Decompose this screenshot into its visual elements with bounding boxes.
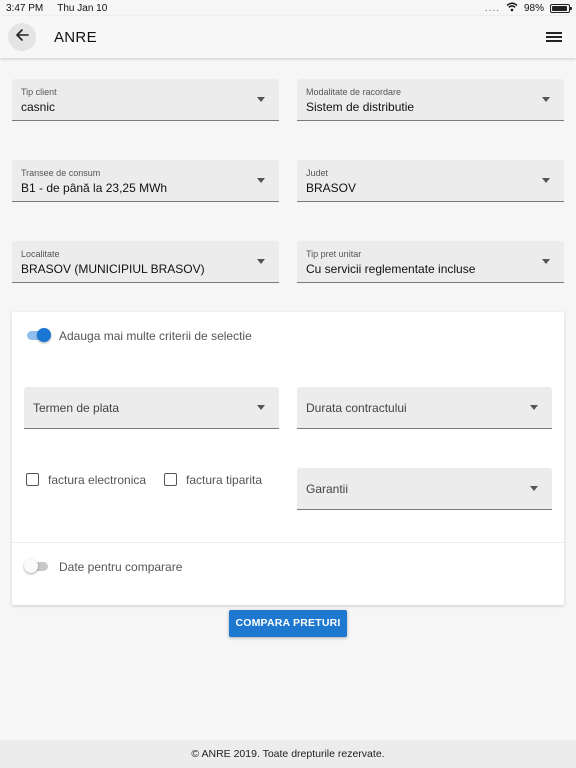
advanced-criteria-card: Adauga mai multe criterii de selectie Te… bbox=[12, 312, 564, 605]
status-bar: 3:47 PM Thu Jan 10 .... 98% bbox=[0, 0, 576, 16]
printed-invoice-checkbox[interactable] bbox=[164, 473, 177, 486]
dropdown-arrow-icon bbox=[257, 259, 265, 264]
dropdown-arrow-icon bbox=[542, 259, 550, 264]
contract-duration-select[interactable]: Durata contractului bbox=[297, 387, 552, 429]
price-type-label: Tip pret unitar bbox=[306, 249, 362, 259]
connection-mode-value: Sistem de distributie bbox=[306, 100, 415, 114]
consumption-band-select[interactable]: Transee de consum B1 - de până la 23,25 … bbox=[12, 160, 279, 202]
dropdown-arrow-icon bbox=[257, 97, 265, 102]
wifi-icon bbox=[506, 2, 518, 15]
printed-invoice-label: factura tiparita bbox=[186, 473, 263, 487]
arrow-left-icon bbox=[15, 28, 29, 47]
payment-term-select[interactable]: Termen de plata bbox=[24, 387, 279, 429]
battery-icon bbox=[550, 3, 572, 13]
dropdown-arrow-icon bbox=[257, 178, 265, 183]
advanced-criteria-toggle[interactable] bbox=[25, 328, 51, 342]
connection-mode-select[interactable]: Modalitate de racordare Sistem de distri… bbox=[297, 79, 564, 121]
dropdown-arrow-icon bbox=[542, 178, 550, 183]
app-bar: ANRE bbox=[0, 16, 576, 58]
compare-data-toggle[interactable] bbox=[24, 559, 50, 573]
county-label: Judet bbox=[306, 168, 329, 178]
dropdown-arrow-icon bbox=[542, 97, 550, 102]
contract-duration-placeholder: Durata contractului bbox=[306, 401, 407, 415]
battery-percent: 98% bbox=[523, 2, 544, 14]
client-type-value: casnic bbox=[21, 100, 56, 114]
signal-icon: .... bbox=[484, 2, 500, 14]
app-title: ANRE bbox=[54, 28, 97, 46]
compare-data-label: Date pentru comparare bbox=[59, 560, 183, 574]
electronic-invoice-label: factura electronica bbox=[48, 473, 147, 487]
electronic-invoice-checkbox[interactable] bbox=[26, 473, 39, 486]
status-date: Thu Jan 10 bbox=[57, 2, 108, 14]
connection-mode-label: Modalitate de racordare bbox=[306, 87, 402, 97]
dropdown-arrow-icon bbox=[530, 486, 538, 491]
status-time: 3:47 PM bbox=[6, 2, 44, 14]
guarantees-select[interactable]: Garantii bbox=[297, 468, 552, 510]
county-select[interactable]: Judet BRASOV bbox=[297, 160, 564, 202]
hamburger-menu-icon[interactable] bbox=[546, 30, 562, 44]
client-type-label: Tip client bbox=[21, 87, 57, 97]
price-type-value: Cu servicii reglementate incluse bbox=[306, 262, 476, 276]
battery-fill bbox=[552, 5, 568, 11]
dropdown-arrow-icon bbox=[530, 405, 538, 410]
card-divider bbox=[12, 542, 564, 543]
back-button[interactable] bbox=[8, 23, 36, 51]
status-indicators: .... 98% bbox=[484, 2, 572, 15]
locality-select[interactable]: Localitate BRASOV (MUNICIPIUL BRASOV) bbox=[12, 241, 279, 283]
footer: © ANRE 2019. Toate drepturile rezervate. bbox=[0, 740, 576, 768]
price-type-select[interactable]: Tip pret unitar Cu servicii reglementate… bbox=[297, 241, 564, 283]
locality-value: BRASOV (MUNICIPIUL BRASOV) bbox=[21, 262, 205, 276]
payment-term-placeholder: Termen de plata bbox=[33, 401, 120, 415]
compare-prices-button[interactable]: COMPARA PRETURI bbox=[229, 610, 347, 637]
advanced-criteria-label: Adauga mai multe criterii de selectie bbox=[59, 329, 252, 343]
locality-label: Localitate bbox=[21, 249, 60, 259]
consumption-band-label: Transee de consum bbox=[21, 168, 101, 178]
guarantees-placeholder: Garantii bbox=[306, 482, 349, 496]
dropdown-arrow-icon bbox=[257, 405, 265, 410]
client-type-select[interactable]: Tip client casnic bbox=[12, 79, 279, 121]
county-value: BRASOV bbox=[306, 181, 357, 195]
consumption-band-value: B1 - de până la 23,25 MWh bbox=[21, 181, 168, 195]
